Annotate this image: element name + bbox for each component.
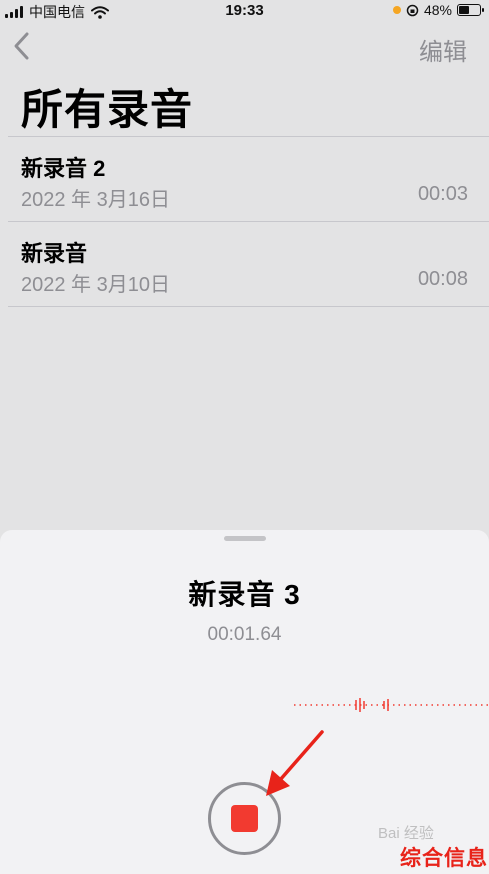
recording-title: 新录音 xyxy=(21,241,88,266)
recording-duration: 00:08 xyxy=(417,268,468,290)
recording-duration: 00:03 xyxy=(417,183,468,205)
back-button[interactable] xyxy=(10,28,38,64)
recording-title: 新录音 2 xyxy=(21,156,106,181)
stop-icon xyxy=(231,805,258,832)
recording-item[interactable]: 新录音 2 2022 年 3月16日 00:03 xyxy=(8,137,489,222)
recording-date: 2022 年 3月16日 xyxy=(21,189,170,211)
chevron-left-icon xyxy=(14,32,29,60)
battery-level-fill xyxy=(459,6,469,14)
battery-percentage: 48% xyxy=(423,2,452,18)
watermark-brand: 综合信息 xyxy=(400,847,488,870)
status-bar: 中国电信 19:33 48% xyxy=(0,0,489,22)
recording-date: 2022 年 3月10日 xyxy=(21,274,170,296)
edit-button[interactable]: 编辑 xyxy=(419,32,467,67)
status-right: 48% xyxy=(392,2,484,18)
current-recording-title: 新录音 3 xyxy=(188,579,301,610)
audio-waveform xyxy=(294,698,489,712)
mic-in-use-indicator-icon xyxy=(392,6,401,14)
recording-item[interactable]: 新录音 2022 年 3月10日 00:08 xyxy=(8,222,489,307)
recordings-list: 新录音 2 2022 年 3月16日 00:03 新录音 2022 年 3月10… xyxy=(8,136,489,307)
navigation-bar: 编辑 xyxy=(0,26,489,70)
page-title: 所有录音 xyxy=(21,86,194,133)
elapsed-time: 00:01.64 xyxy=(207,624,282,645)
sheet-grabber-handle[interactable] xyxy=(224,536,266,541)
battery-icon xyxy=(457,4,484,16)
orientation-lock-icon xyxy=(406,4,419,16)
annotation-arrow-icon xyxy=(266,730,324,796)
watermark-faint: Bai 经验 xyxy=(378,825,434,842)
